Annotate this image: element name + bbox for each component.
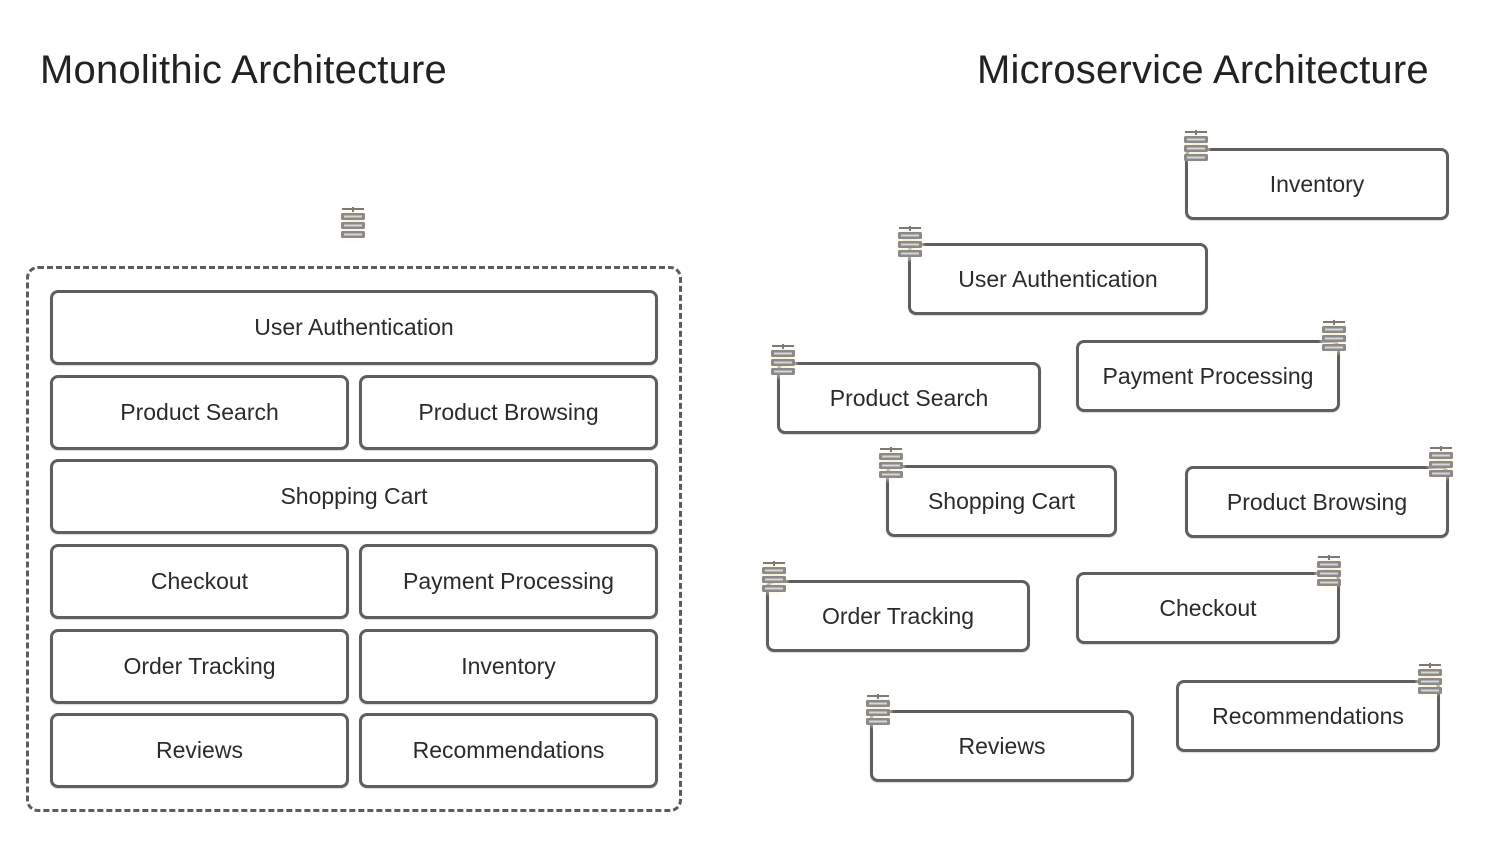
service-shopping-cart: Shopping Cart [886,465,1117,537]
server-icon [1181,128,1211,166]
service-reviews: Reviews [870,710,1134,782]
service-payment-processing: Payment Processing [1076,340,1340,412]
mono-module-product-browsing: Product Browsing [359,375,658,450]
server-icon [338,205,368,243]
mono-module-reviews: Reviews [50,713,349,788]
server-icon [768,342,798,380]
service-user-authentication: User Authentication [908,243,1208,315]
mono-module-product-search: Product Search [50,375,349,450]
mono-module-user-authentication: User Authentication [50,290,658,365]
server-icon [863,692,893,730]
mono-module-inventory: Inventory [359,629,658,704]
mono-module-shopping-cart: Shopping Cart [50,459,658,534]
service-product-search: Product Search [777,362,1041,434]
mono-module-checkout: Checkout [50,544,349,619]
service-order-tracking: Order Tracking [766,580,1030,652]
server-icon [1314,553,1344,591]
mono-module-recommendations: Recommendations [359,713,658,788]
microservice-title: Microservice Architecture [977,48,1429,92]
server-icon [759,559,789,597]
server-icon [1415,661,1445,699]
service-product-browsing: Product Browsing [1185,466,1449,538]
server-icon [1319,318,1349,356]
server-icon [1426,444,1456,482]
mono-module-payment-processing: Payment Processing [359,544,658,619]
server-icon [876,445,906,483]
service-recommendations: Recommendations [1176,680,1440,752]
mono-module-order-tracking: Order Tracking [50,629,349,704]
service-checkout: Checkout [1076,572,1340,644]
service-inventory: Inventory [1185,148,1449,220]
monolithic-title: Monolithic Architecture [40,48,448,92]
server-icon [895,224,925,262]
